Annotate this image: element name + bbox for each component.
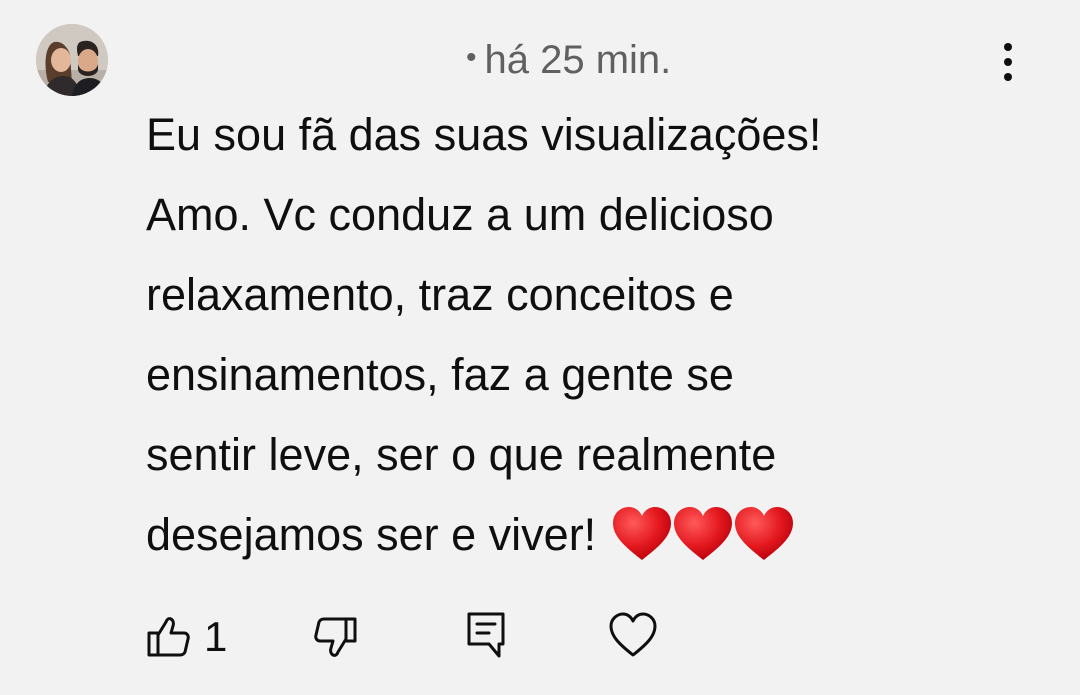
avatar[interactable] bbox=[36, 24, 108, 96]
comment-text: Eu sou fã das suas visualizações! Amo. V… bbox=[146, 95, 1026, 575]
thumbs-up-icon bbox=[147, 617, 190, 657]
more-vertical-icon-dot bbox=[1004, 73, 1012, 81]
comment-line: relaxamento, traz conceitos e bbox=[146, 269, 734, 320]
avatar-photo-icon bbox=[36, 24, 108, 96]
separator-dot: • bbox=[466, 41, 477, 74]
more-vertical-icon-dot bbox=[1004, 43, 1012, 51]
dislike-button[interactable] bbox=[312, 614, 360, 660]
red-hearts-emoji bbox=[610, 504, 794, 564]
reply-comment-icon bbox=[467, 612, 505, 658]
comment-line: ensinamentos, faz a gente se bbox=[146, 349, 734, 400]
thumbs-down-icon bbox=[314, 617, 357, 657]
like-button[interactable]: 1 bbox=[146, 614, 236, 660]
comment-line: Amo. Vc conduz a um delicioso bbox=[146, 189, 774, 240]
comment-timestamp: • há 25 min. bbox=[466, 34, 671, 84]
like-count: 1 bbox=[204, 613, 228, 660]
more-options-button[interactable] bbox=[986, 38, 1030, 86]
red-heart-icon bbox=[674, 507, 733, 560]
red-heart-icon bbox=[735, 507, 794, 560]
time-ago-label: há 25 min. bbox=[484, 38, 672, 82]
more-vertical-icon-dot bbox=[1004, 58, 1012, 66]
reply-button[interactable] bbox=[462, 610, 510, 660]
comment-line: Eu sou fã das suas visualizações! bbox=[146, 109, 822, 160]
heart-outline-icon bbox=[609, 612, 657, 657]
red-heart-icon bbox=[613, 507, 672, 560]
comment-line: sentir leve, ser o que realmente bbox=[146, 429, 777, 480]
comment-line-last: desejamos ser e viver! bbox=[146, 495, 1026, 575]
comment-line-text: desejamos ser e viver! bbox=[146, 509, 597, 560]
creator-heart-button[interactable] bbox=[608, 610, 658, 660]
